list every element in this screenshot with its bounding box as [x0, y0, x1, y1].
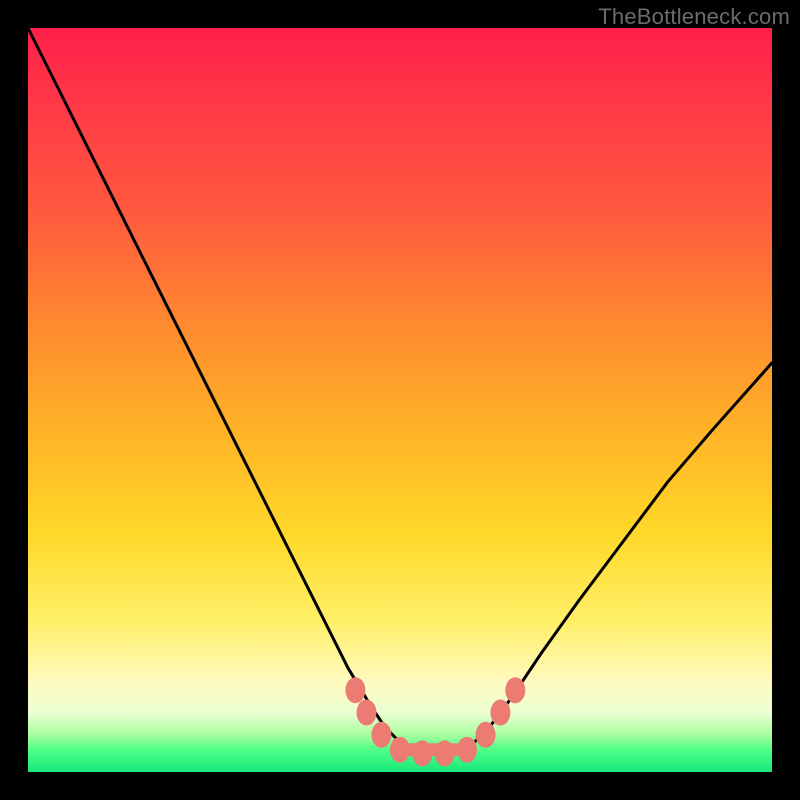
- curve-marker: [435, 740, 455, 766]
- curve-marker: [457, 737, 477, 763]
- curve-marker: [505, 677, 525, 703]
- curve-marker: [390, 737, 410, 763]
- curve-marker: [357, 700, 377, 726]
- curve-marker: [345, 677, 365, 703]
- curve-markers: [345, 677, 525, 766]
- watermark-text: TheBottleneck.com: [598, 4, 790, 30]
- curve-marker: [412, 740, 432, 766]
- bottleneck-curve: [28, 28, 772, 753]
- chart-frame: TheBottleneck.com: [0, 0, 800, 800]
- curve-marker: [476, 722, 496, 748]
- curve-svg: [28, 28, 772, 772]
- curve-marker: [371, 722, 391, 748]
- curve-marker: [490, 700, 510, 726]
- plot-area: [28, 28, 772, 772]
